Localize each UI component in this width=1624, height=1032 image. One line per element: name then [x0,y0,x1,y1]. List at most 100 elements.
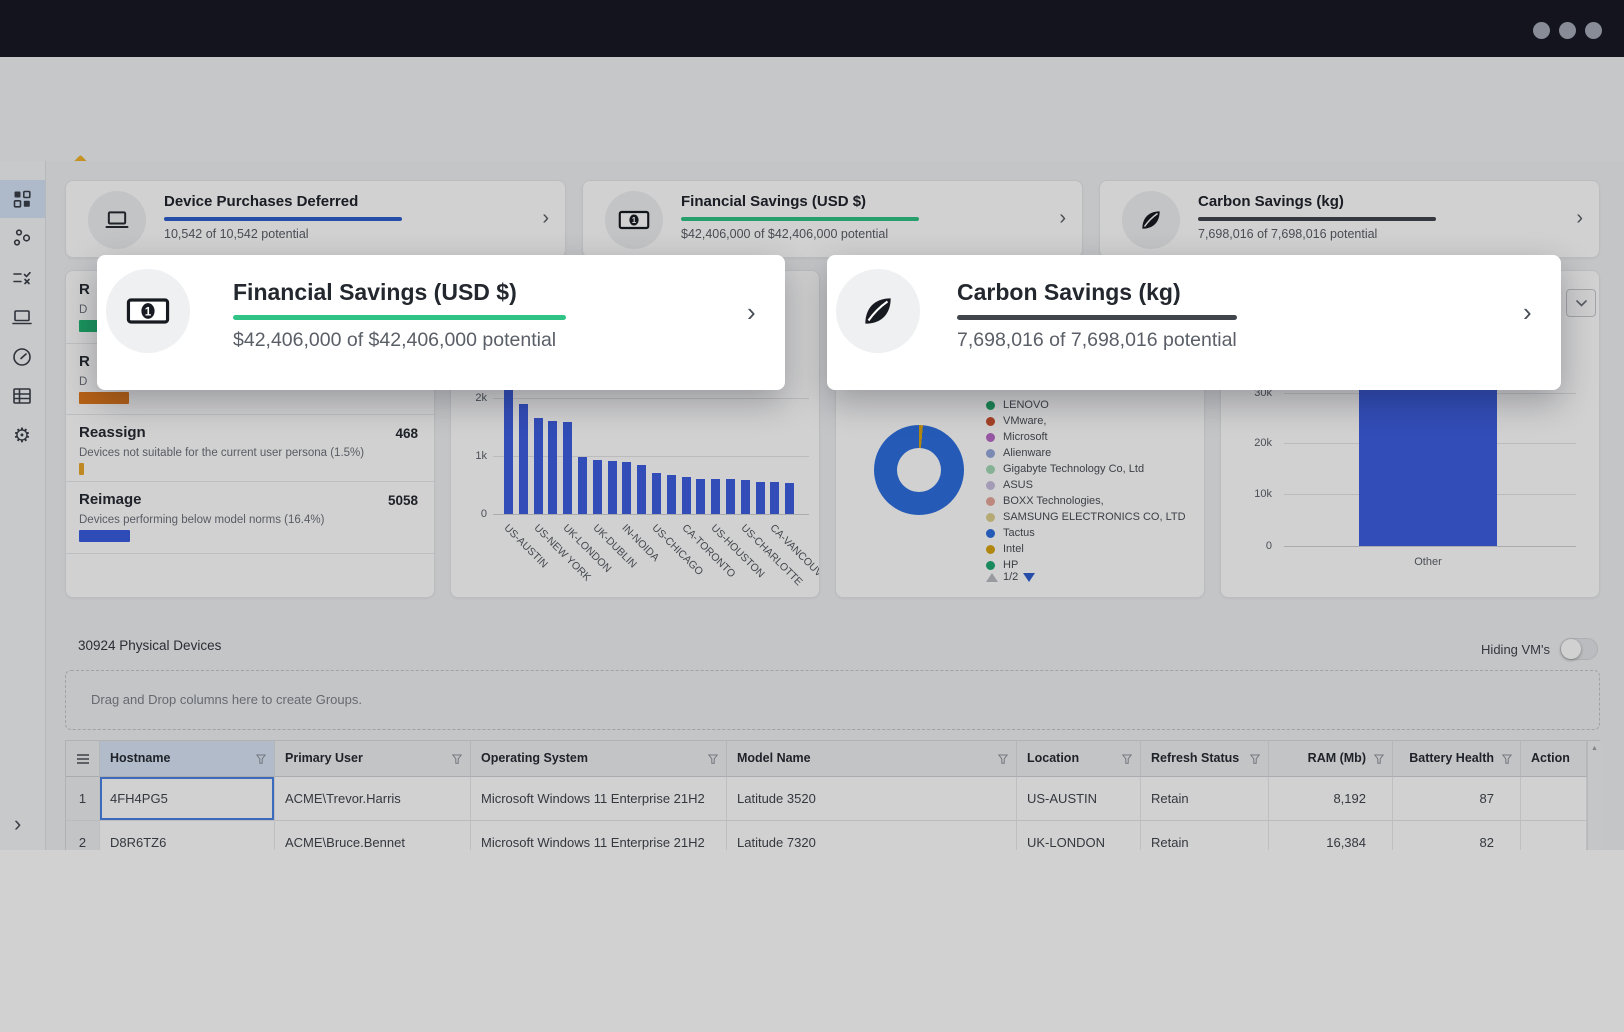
chevron-right-icon[interactable]: › [1059,207,1066,230]
window-dot-3[interactable] [1585,22,1602,39]
column-header-hostname[interactable]: Hostname [100,741,275,777]
legend-color-dot [986,513,995,522]
legend-label: Alienware [1003,447,1051,459]
popup-carbon-savings[interactable]: Carbon Savings (kg) 7,698,016 of 7,698,0… [827,255,1561,390]
table-cell[interactable]: Retain [1141,821,1269,850]
legend-item: HP [986,558,1018,572]
table-cell[interactable]: Latitude 7320 [727,821,1017,850]
table-cell[interactable] [1521,777,1587,821]
bar [1359,386,1497,546]
legend-label: VMware, [1003,415,1046,427]
table-cell[interactable]: 4FH4PG5 [100,777,275,821]
donut-chart [874,425,964,515]
row-number-cell[interactable]: 1 [66,777,100,821]
sidebar-item-dashboard[interactable] [10,187,34,211]
table-cell[interactable]: 82 [1393,821,1521,850]
table-cell[interactable]: Microsoft Windows 11 Enterprise 21H2 [471,821,727,850]
settings-gear-icon[interactable]: ⚙ [10,424,34,448]
legend-color-dot [986,433,995,442]
drag-handle-icon [76,752,90,766]
cell-value: 16,384 [1326,835,1366,850]
table-cell[interactable]: Microsoft Windows 11 Enterprise 21H2 [471,777,727,821]
table-cell[interactable]: UK-LONDON [1017,821,1141,850]
table-cell[interactable]: 87 [1393,777,1521,821]
filter-funnel-icon[interactable] [1122,754,1132,764]
legend-item: LENOVO [986,398,1049,412]
summary-card-carbon-savings[interactable]: Carbon Savings (kg) 7,698,016 of 7,698,0… [1099,180,1600,258]
page-down-icon[interactable] [1023,573,1035,582]
legend-item: Microsoft [986,430,1048,444]
filter-funnel-icon[interactable] [1374,754,1384,764]
sidebar-item-reports[interactable] [10,384,34,408]
table-cell[interactable]: Latitude 3520 [727,777,1017,821]
filter-funnel-icon[interactable] [1250,754,1260,764]
y-axis-tick: 2k [457,392,487,404]
summary-card-device-purchases[interactable]: Device Purchases Deferred 10,542 of 10,5… [65,180,566,258]
column-header-battery-health[interactable]: Battery Health [1393,741,1521,777]
window-dot-1[interactable] [1533,22,1550,39]
legend-item: Tactus [986,526,1035,540]
summary-card-financial-savings[interactable]: 1 Financial Savings (USD $) $42,406,000 … [582,180,1083,258]
page-up-icon[interactable] [986,573,998,582]
sidebar-expand-chevron[interactable]: › [14,811,21,837]
chevron-right-icon[interactable]: › [542,207,549,230]
card-subtitle: 10,542 of 10,542 potential [164,227,309,241]
laptop-icon [88,191,146,249]
table-cell[interactable]: 8,192 [1269,777,1393,821]
gridline [1284,546,1576,547]
filter-funnel-icon[interactable] [998,754,1008,764]
cell-value: 82 [1480,835,1494,850]
svg-text:1: 1 [145,305,152,318]
table-cell[interactable]: ACME\Bruce.Bennet [275,821,471,850]
chevron-right-icon[interactable]: › [1523,297,1532,328]
bar [652,473,661,514]
table-scrollbar[interactable]: ▲ [1587,741,1601,850]
column-label: Refresh Status [1151,751,1239,765]
sidebar-item-performance[interactable] [10,345,34,369]
cell-value: 1 [66,791,99,806]
column-header-action[interactable]: Action [1521,741,1587,777]
column-label: Battery Health [1409,751,1494,765]
refresh-category-title: R [79,281,90,298]
legend-label: Microsoft [1003,431,1048,443]
column-header-ram-mb-[interactable]: RAM (Mb) [1269,741,1393,777]
group-drop-zone[interactable]: Drag and Drop columns here to create Gro… [65,670,1600,730]
chevron-right-icon[interactable]: › [1576,207,1583,230]
scroll-up-icon[interactable]: ▲ [1591,745,1598,752]
table-cell[interactable]: ACME\Trevor.Harris [275,777,471,821]
table-cell[interactable]: D8R6TZ6 [100,821,275,850]
column-header-model-name[interactable]: Model Name [727,741,1017,777]
filter-funnel-icon[interactable] [256,754,266,764]
hiding-vms-toggle[interactable] [1560,638,1598,660]
column-handle-header[interactable] [66,741,100,777]
cell-value: 87 [1480,791,1494,806]
legend-color-dot [986,449,995,458]
window-dot-2[interactable] [1559,22,1576,39]
bar [504,375,513,514]
legend-item: Alienware [986,446,1051,460]
sidebar-item-tasks[interactable] [10,266,34,290]
sidebar-item-devices[interactable] [10,305,34,329]
chevron-right-icon[interactable]: › [747,297,756,328]
table-cell[interactable]: Retain [1141,777,1269,821]
refresh-category-row[interactable]: Reimage5058Devices performing below mode… [66,481,434,554]
popup-financial-savings[interactable]: 1 Financial Savings (USD $) $42,406,000 … [97,255,785,390]
table-cell[interactable]: US-AUSTIN [1017,777,1141,821]
column-header-operating-system[interactable]: Operating System [471,741,727,777]
sidebar-item-network[interactable] [10,226,34,250]
refresh-category-desc: Devices not suitable for the current use… [79,447,364,459]
table-cell[interactable]: 16,384 [1269,821,1393,850]
column-header-location[interactable]: Location [1017,741,1141,777]
column-header-primary-user[interactable]: Primary User [275,741,471,777]
refresh-category-row[interactable]: Reassign468Devices not suitable for the … [66,414,434,482]
popup-subtitle: 7,698,016 of 7,698,016 potential [957,329,1237,352]
gridline [493,398,809,399]
column-header-refresh-status[interactable]: Refresh Status [1141,741,1269,777]
group-drop-hint: Drag and Drop columns here to create Gro… [91,692,362,707]
row-number-cell[interactable]: 2 [66,821,100,850]
table-cell[interactable] [1521,821,1587,850]
filter-funnel-icon[interactable] [452,754,462,764]
filter-funnel-icon[interactable] [708,754,718,764]
filter-funnel-icon[interactable] [1502,754,1512,764]
toggle-knob[interactable] [1561,639,1581,659]
